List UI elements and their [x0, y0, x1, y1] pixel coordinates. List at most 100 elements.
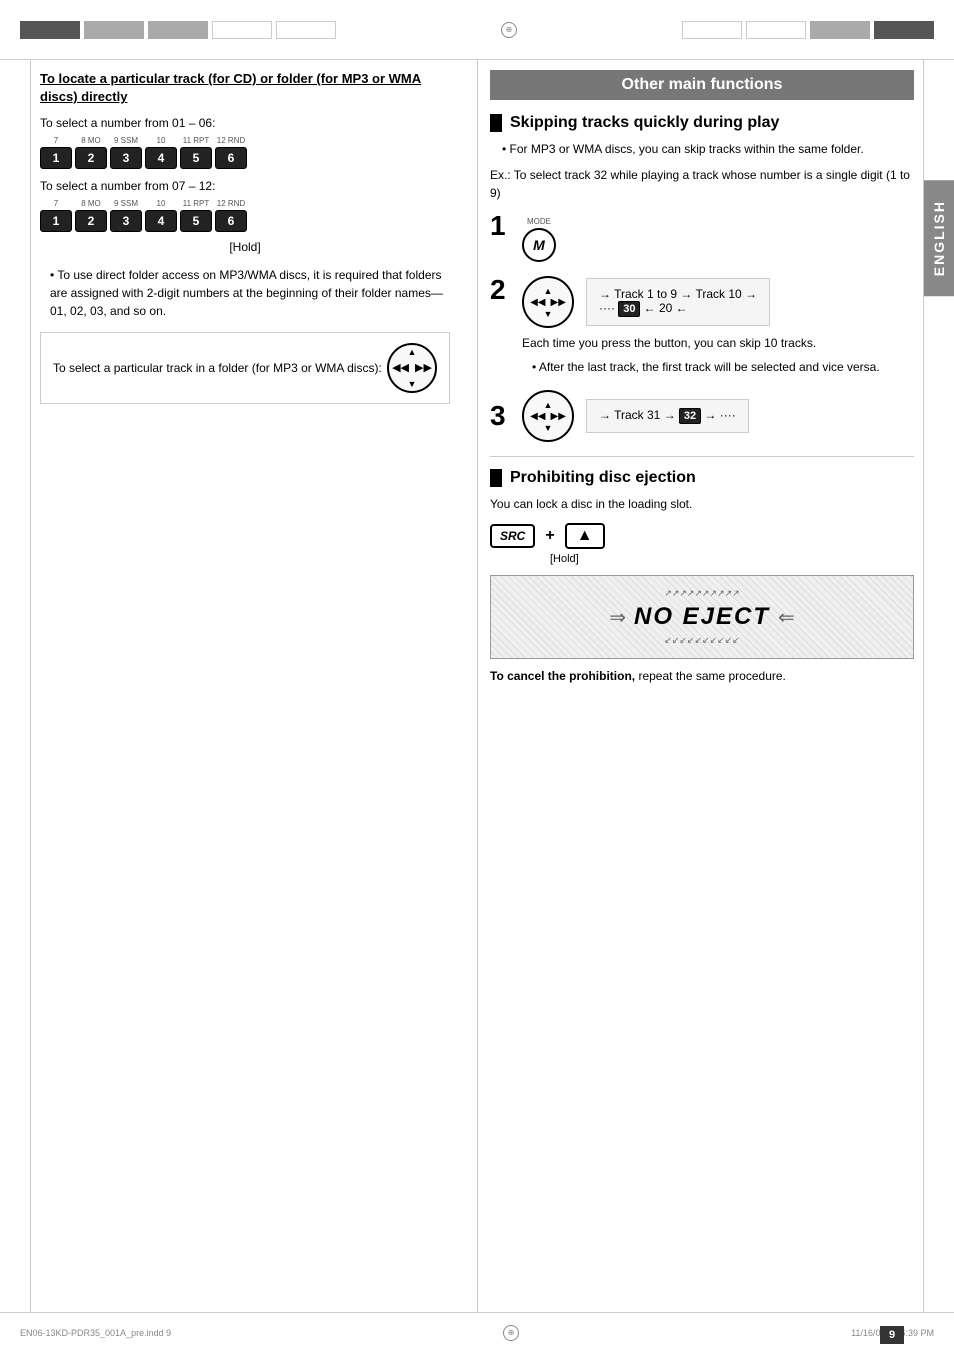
button-6[interactable]: 6	[215, 147, 247, 169]
prohibit-title: Prohibiting disc ejection	[510, 469, 696, 487]
section-block-icon	[490, 114, 502, 132]
prohibit-section-header: Prohibiting disc ejection	[490, 469, 914, 487]
example-para: Ex.: To select track 32 while playing a …	[490, 166, 914, 202]
step2-nav-down: ▼	[544, 309, 553, 319]
top-bar-block-9	[874, 21, 934, 39]
button-2-1[interactable]: 1	[40, 210, 72, 232]
step-3-container: 3 ▲ ◀◀ ▶▶ ▼	[490, 390, 914, 442]
button-row-1: 1 2 3 4 5 6	[40, 147, 450, 169]
skipping-tracks-section-header: Skipping tracks quickly during play	[490, 114, 914, 132]
step3-nav-left: ◀◀	[530, 411, 545, 422]
step3-nav-right: ▶▶	[551, 411, 566, 422]
top-diagonal-arrows: ↗↗↗↗↗↗↗↗↗↗	[511, 588, 893, 599]
cancel-text: To cancel the prohibition, repeat the sa…	[490, 667, 914, 685]
nav-arrows-row: ◀◀ ▶▶	[392, 360, 432, 377]
btn-labels-row1: 7 8 MO 9 SSM 10 11 RPT 12 RND	[40, 136, 450, 145]
step-2-desc2: • After the last track, the first track …	[522, 358, 914, 376]
button-3[interactable]: 3	[110, 147, 142, 169]
step2-nav-left: ◀◀	[530, 297, 545, 308]
left-bullet-text: To use direct folder access on MP3/WMA d…	[40, 266, 450, 320]
btn-label2-11rpt: 11 RPT	[180, 199, 212, 208]
left-margin-line	[30, 60, 31, 1312]
btn-label2-8mo: 8 MO	[75, 199, 107, 208]
step-2-container: 2 ▲ ◀◀ ▶▶ ▼	[490, 276, 914, 376]
other-functions-header: Other main functions	[490, 70, 914, 100]
cancel-text-normal: repeat the same procedure.	[635, 669, 786, 683]
bottom-diagonal-arrows: ↙↙↙↙↙↙↙↙↙↙	[511, 635, 893, 646]
subsection1-label: To select a number from 01 – 06:	[40, 116, 450, 130]
button-2-4[interactable]: 4	[145, 210, 177, 232]
hold-label-prohibit: [Hold]	[550, 553, 914, 565]
step-1-content: MODE M	[522, 212, 914, 262]
btn-label-12rnd: 12 RND	[215, 136, 247, 145]
nav-arrow-down: ▼	[408, 378, 417, 392]
btn-label-7: 7	[40, 136, 72, 145]
skipping-tracks-title: Skipping tracks quickly during play	[510, 114, 779, 132]
btn-label-8mo: 8 MO	[75, 136, 107, 145]
eject-button[interactable]: ▲	[565, 523, 605, 549]
btn-label2-12rnd: 12 RND	[215, 199, 247, 208]
src-button[interactable]: SRC	[490, 524, 535, 548]
no-eject-text: NO EJECT	[634, 603, 770, 631]
step-3-number: 3	[490, 402, 510, 430]
step-2-content: ▲ ◀◀ ▶▶ ▼ → Track 1 to 9 → Track 10 → ··…	[522, 276, 914, 376]
btn-labels-row2: 7 8 MO 9 SSM 10 11 RPT 12 RND	[40, 199, 450, 208]
bottom-border: EN06-13KD-PDR35_001A_pre.indd 9 ⊕ 11/16/…	[0, 1312, 954, 1352]
button-1[interactable]: 1	[40, 147, 72, 169]
step3-nav-inner: ▲ ◀◀ ▶▶ ▼	[530, 400, 566, 433]
nav-arrow-right-icon: ▶▶	[415, 360, 432, 377]
btn-label2-7: 7	[40, 199, 72, 208]
top-bar-block-8	[810, 21, 870, 39]
mode-button: MODE M	[522, 217, 556, 262]
plus-label: +	[545, 527, 554, 545]
nav-control-inner: ▲ ◀◀ ▶▶ ▼	[392, 346, 432, 392]
step3-nav-down: ▼	[544, 423, 553, 433]
mode-btn-circle[interactable]: M	[522, 228, 556, 262]
button-2[interactable]: 2	[75, 147, 107, 169]
info-box-text: To select a particular track in a folder…	[53, 359, 387, 377]
button-row-2: 1 2 3 4 5 6	[40, 210, 450, 232]
section-divider	[490, 456, 914, 457]
button-2-2[interactable]: 2	[75, 210, 107, 232]
registration-mark-top-left: ⊕	[501, 22, 517, 38]
step3-nav-up: ▲	[544, 400, 553, 410]
button-2-6[interactable]: 6	[215, 210, 247, 232]
prohibit-controls-row: SRC + ▲	[490, 523, 914, 549]
track-diagram-step3: → Track 31 → 32 → ····	[586, 399, 749, 433]
page-number: 9	[880, 1326, 904, 1344]
left-column: To locate a particular track (for CD) or…	[40, 70, 470, 1302]
btn-label-11rpt: 11 RPT	[180, 136, 212, 145]
nav-arrow-left-icon: ◀◀	[392, 360, 409, 377]
button-5[interactable]: 5	[180, 147, 212, 169]
info-box: To select a particular track in a folder…	[40, 332, 450, 404]
bottom-right: 11/16/06 5:56:39 PM 9	[851, 1328, 934, 1338]
button-4[interactable]: 4	[145, 147, 177, 169]
btn-label-10: 10	[145, 136, 177, 145]
top-bar-right	[682, 21, 934, 39]
top-bar-block-3	[148, 21, 208, 39]
subsection2-label: To select a number from 07 – 12:	[40, 179, 450, 193]
step-2-control-row: ▲ ◀◀ ▶▶ ▼ → Track 1 to 9 → Track 10 → ··…	[522, 276, 914, 328]
top-border: ⊕	[0, 0, 954, 60]
left-arrow-icon: ⇒	[609, 605, 626, 630]
nav-control-left: ▲ ◀◀ ▶▶ ▼	[387, 343, 437, 393]
track-diagram-step2: → Track 1 to 9 → Track 10 → ···· 30 ← 20…	[586, 278, 770, 326]
footer-text-left: EN06-13KD-PDR35_001A_pre.indd 9	[20, 1328, 171, 1338]
right-arrow-icon: ⇐	[778, 605, 795, 630]
bottom-center: ⊕	[503, 1325, 519, 1341]
english-sidebar: ENGLISH	[924, 180, 954, 296]
step2-nav-up: ▲	[544, 286, 553, 296]
button-2-3[interactable]: 3	[110, 210, 142, 232]
hold-label: [Hold]	[40, 240, 450, 254]
btn-label2-10: 10	[145, 199, 177, 208]
step-2-desc1: Each time you press the button, you can …	[522, 334, 914, 352]
top-bar-left	[20, 21, 336, 39]
top-bar-block-2	[84, 21, 144, 39]
step2-nav-right: ▶▶	[551, 297, 566, 308]
button-2-5[interactable]: 5	[180, 210, 212, 232]
step-2-number: 2	[490, 276, 510, 304]
step2-nav-inner: ▲ ◀◀ ▶▶ ▼	[530, 286, 566, 319]
main-content: To locate a particular track (for CD) or…	[40, 70, 914, 1302]
nav-arrow-up: ▲	[408, 346, 417, 360]
step2-nav-lr: ◀◀ ▶▶	[530, 297, 566, 308]
